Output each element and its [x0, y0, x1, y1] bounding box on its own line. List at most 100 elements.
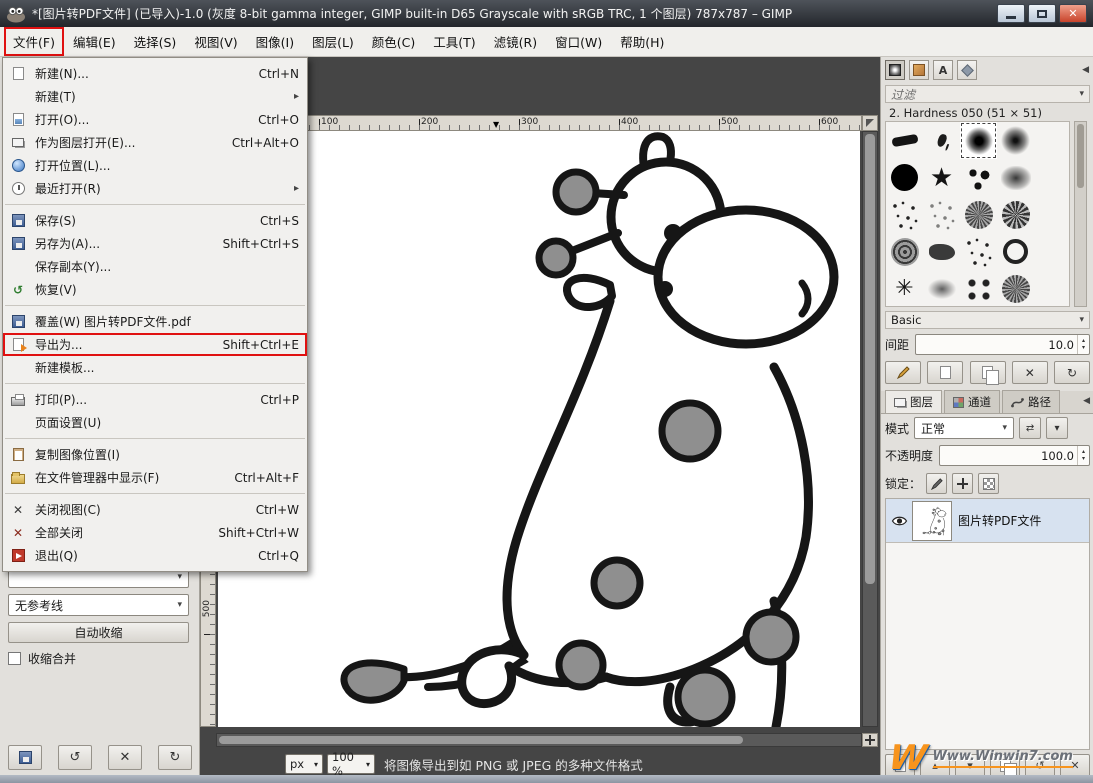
- menu-item-open-recent[interactable]: 最近打开(R) ▸: [3, 177, 307, 200]
- menubar-item-view[interactable]: 视图(V): [185, 27, 246, 56]
- unit-combo[interactable]: px ▾: [285, 754, 323, 774]
- lock-alpha-toggle[interactable]: [978, 473, 999, 494]
- image-menu-button[interactable]: [862, 115, 878, 131]
- edit-brush-button[interactable]: [885, 361, 921, 384]
- reset-tool-options-button[interactable]: ↻: [158, 745, 192, 770]
- brush-group-dropdown[interactable]: Basic ▾: [885, 311, 1090, 329]
- menubar-item-help[interactable]: 帮助(H): [611, 27, 673, 56]
- maximize-button[interactable]: [1028, 4, 1056, 23]
- brush-thumbnail[interactable]: [923, 196, 960, 233]
- menu-item-page-setup[interactable]: 页面设置(U): [3, 411, 307, 434]
- close-button[interactable]: ✕: [1059, 4, 1087, 23]
- brush-thumbnail[interactable]: [997, 270, 1034, 307]
- brush-thumbnail[interactable]: [960, 270, 997, 307]
- menubar-item-edit[interactable]: 编辑(E): [64, 27, 125, 56]
- tab-document-history[interactable]: [957, 60, 977, 80]
- brush-thumbnail[interactable]: [997, 196, 1034, 233]
- brush-thumbnail[interactable]: [923, 233, 960, 270]
- tab-patterns[interactable]: [909, 60, 929, 80]
- layer-row[interactable]: 图片转PDF文件: [886, 499, 1089, 543]
- brush-thumbnail[interactable]: [923, 122, 960, 159]
- scrollbar-thumb[interactable]: [865, 134, 875, 584]
- brush-thumbnail[interactable]: [923, 270, 960, 307]
- save-tool-preset-button[interactable]: [8, 745, 42, 770]
- restore-tool-preset-button[interactable]: ↺: [58, 745, 92, 770]
- tab-layers[interactable]: 图层: [885, 390, 942, 413]
- guides-combo[interactable]: 无参考线 ▾: [8, 594, 189, 616]
- menubar-item-select[interactable]: 选择(S): [125, 27, 186, 56]
- mode-switch-button[interactable]: ⇄: [1019, 417, 1041, 439]
- brush-thumbnail[interactable]: [997, 122, 1034, 159]
- zoom-combo[interactable]: 100 % ▾: [327, 754, 375, 774]
- vertical-scrollbar[interactable]: [862, 131, 878, 727]
- menu-item-show-in-file-manager[interactable]: 在文件管理器中显示(F) Ctrl+Alt+F: [3, 466, 307, 489]
- brush-thumbnail[interactable]: [886, 196, 923, 233]
- opacity-slider[interactable]: 100.0 ▴ ▾: [939, 445, 1090, 466]
- menubar-item-image[interactable]: 图像(I): [247, 27, 303, 56]
- menu-item-print[interactable]: 打印(P)... Ctrl+P: [3, 388, 307, 411]
- menu-item-quit[interactable]: 退出(Q) Ctrl+Q: [3, 544, 307, 567]
- delete-tool-preset-button[interactable]: ✕: [108, 745, 142, 770]
- horizontal-ruler[interactable]: 100 200 300 400 500 600 ▼: [216, 115, 862, 131]
- brush-thumbnail[interactable]: [960, 196, 997, 233]
- menu-item-new[interactable]: 新建(N)... Ctrl+N: [3, 62, 307, 85]
- tab-fonts[interactable]: A: [933, 60, 953, 80]
- menubar-item-windows[interactable]: 窗口(W): [546, 27, 611, 56]
- brush-filter-entry[interactable]: 过滤 ▾: [885, 85, 1090, 103]
- brush-thumbnail[interactable]: [960, 159, 997, 196]
- new-brush-button[interactable]: [927, 361, 963, 384]
- menu-item-open-as-layers[interactable]: 作为图层打开(E)... Ctrl+Alt+O: [3, 131, 307, 154]
- mode-options-button[interactable]: ▾: [1046, 417, 1068, 439]
- scrollbar-thumb[interactable]: [219, 736, 743, 744]
- navigation-button[interactable]: [862, 733, 878, 747]
- panel-menu-button[interactable]: ◀: [1083, 396, 1090, 406]
- spin-down-icon[interactable]: ▾: [1082, 345, 1085, 352]
- tab-paths[interactable]: 路径: [1002, 390, 1060, 413]
- brush-thumbnail[interactable]: [886, 122, 923, 159]
- menu-item-open[interactable]: 打开(O)... Ctrl+O: [3, 108, 307, 131]
- menubar-item-tools[interactable]: 工具(T): [424, 27, 484, 56]
- brush-thumbnail[interactable]: [997, 159, 1034, 196]
- minimize-button[interactable]: [997, 4, 1025, 23]
- menu-item-revert[interactable]: ↺ 恢复(V): [3, 278, 307, 301]
- brush-thumbnail[interactable]: [886, 159, 923, 196]
- shrink-merged-checkbox[interactable]: [8, 652, 21, 665]
- brush-grid-scrollbar[interactable]: [1074, 121, 1087, 307]
- spinner-arrows[interactable]: ▴ ▾: [1077, 335, 1089, 354]
- brush-thumbnail[interactable]: ★: [923, 159, 960, 196]
- menu-item-save-as[interactable]: 另存为(A)... Shift+Ctrl+S: [3, 232, 307, 255]
- tab-brushes[interactable]: [885, 60, 905, 80]
- brush-thumbnail[interactable]: ✳: [886, 270, 923, 307]
- brush-thumbnail[interactable]: [997, 233, 1034, 270]
- menu-item-create-template[interactable]: 新建模板...: [3, 356, 307, 379]
- spacing-slider[interactable]: 10.0 ▴ ▾: [915, 334, 1090, 355]
- menu-item-create[interactable]: 新建(T) ▸: [3, 85, 307, 108]
- menu-item-open-location[interactable]: 打开位置(L)...: [3, 154, 307, 177]
- menubar-item-layer[interactable]: 图层(L): [303, 27, 363, 56]
- horizontal-scrollbar[interactable]: [216, 733, 862, 747]
- menu-item-overwrite[interactable]: 覆盖(W) 图片转PDF文件.pdf: [3, 310, 307, 333]
- tab-channels[interactable]: 通道: [944, 390, 1000, 413]
- menubar-item-filters[interactable]: 滤镜(R): [485, 27, 546, 56]
- refresh-brushes-button[interactable]: ↻: [1054, 361, 1090, 384]
- scrollbar-thumb[interactable]: [1077, 124, 1084, 188]
- menu-item-close-all[interactable]: ✕ 全部关闭 Shift+Ctrl+W: [3, 521, 307, 544]
- menu-item-save-copy[interactable]: 保存副本(Y)...: [3, 255, 307, 278]
- lock-position-toggle[interactable]: [952, 473, 973, 494]
- menu-item-close-view[interactable]: ✕ 关闭视图(C) Ctrl+W: [3, 498, 307, 521]
- menubar-item-colors[interactable]: 颜色(C): [363, 27, 424, 56]
- lock-pixels-toggle[interactable]: [926, 473, 947, 494]
- brush-thumbnail[interactable]: [960, 233, 997, 270]
- spin-down-icon[interactable]: ▾: [1082, 456, 1085, 463]
- menu-item-export-as[interactable]: 导出为... Shift+Ctrl+E: [3, 333, 307, 356]
- layer-visibility-toggle[interactable]: [886, 515, 912, 527]
- menu-item-save[interactable]: 保存(S) Ctrl+S: [3, 209, 307, 232]
- panel-menu-button[interactable]: ◀: [1082, 65, 1089, 75]
- spinner-arrows[interactable]: ▴ ▾: [1077, 446, 1089, 465]
- menu-item-copy-image-location[interactable]: 复制图像位置(I): [3, 443, 307, 466]
- canvas-image[interactable]: [218, 131, 860, 727]
- menubar-item-file[interactable]: 文件(F): [4, 27, 64, 56]
- auto-shrink-button[interactable]: 自动收缩: [8, 622, 189, 643]
- duplicate-brush-button[interactable]: [970, 361, 1006, 384]
- layer-mode-combo[interactable]: 正常 ▾: [914, 417, 1014, 439]
